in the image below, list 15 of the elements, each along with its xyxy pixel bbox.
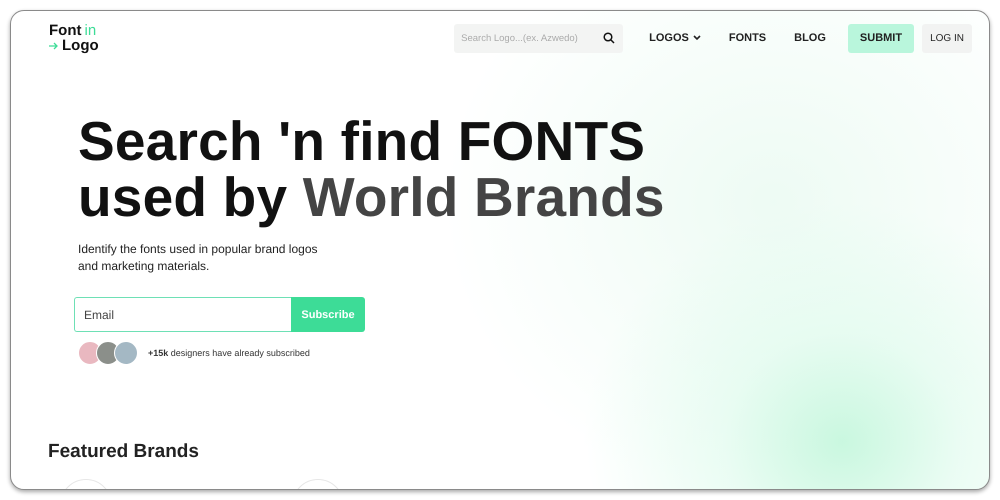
nav-dropdown[interactable]: LOGOS — [635, 24, 715, 52]
hero-heading: Search 'n find FONTS used by World Brands — [78, 113, 666, 225]
chevron-down-icon — [692, 35, 701, 41]
search-icon — [603, 32, 616, 44]
logo[interactable]: Font in Logo — [49, 23, 99, 53]
login-button[interactable]: LOG IN — [922, 24, 972, 52]
nav-link[interactable]: BLOG — [780, 24, 840, 52]
nav-link[interactable]: FONTS — [714, 24, 780, 52]
avatar — [114, 341, 138, 365]
email-field[interactable]: Email — [74, 297, 291, 332]
hero-subtitle: Identify the fonts used in popular brand logos and marketing materials. — [78, 241, 318, 275]
search-field[interactable]: Search Logo...(ex. Azwedo) — [454, 24, 624, 52]
subscriber-count: +15k designers have already subscribed — [148, 348, 310, 358]
section-title: Featured Brands — [48, 441, 200, 463]
submit-button[interactable]: SUBMIT — [848, 24, 914, 52]
